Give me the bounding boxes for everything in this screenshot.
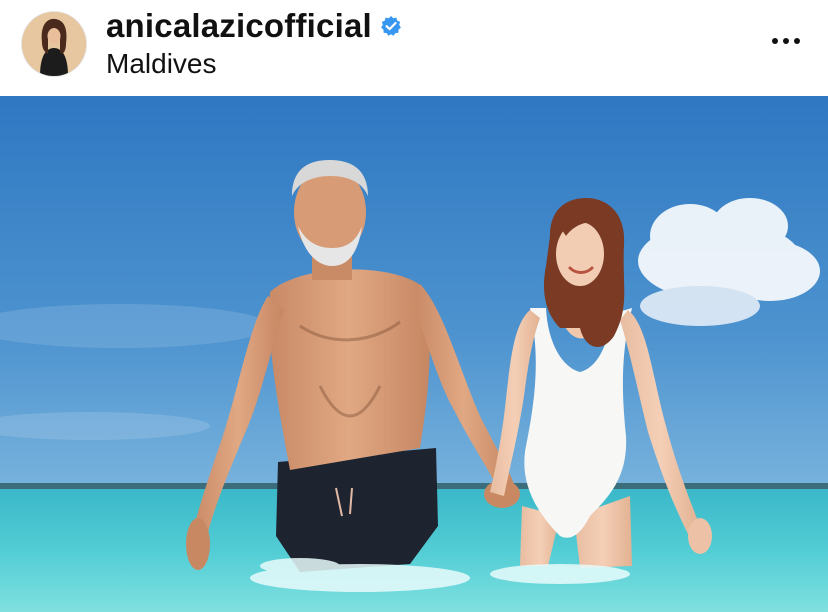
beach-photo-illustration [0,96,828,612]
location-link[interactable]: Maldives [106,48,216,80]
post-photo[interactable] [0,96,828,612]
more-options-icon [772,38,778,44]
username-link[interactable]: anicalazicofficial [106,7,372,45]
more-options-icon-dot [794,38,800,44]
profile-avatar[interactable] [22,12,86,76]
post-header: anicalazicofficial Maldives [0,0,828,96]
more-options-icon-dot [783,38,789,44]
more-options-button[interactable] [766,26,806,56]
avatar-photo [22,12,86,76]
username-row: anicalazicofficial [106,6,402,46]
verified-badge-icon [380,15,402,37]
